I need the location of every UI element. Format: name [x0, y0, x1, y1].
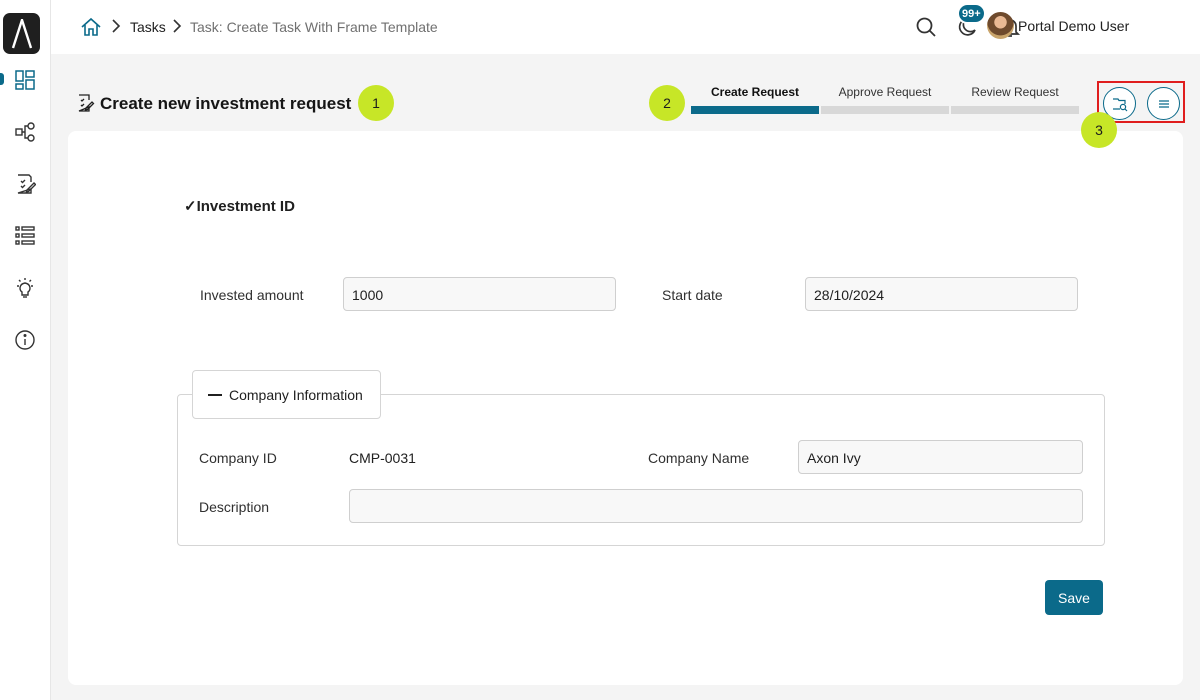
- task-icon[interactable]: [13, 172, 37, 196]
- list-icon[interactable]: [13, 224, 37, 248]
- annotation-marker-3: 3: [1081, 112, 1117, 148]
- breadcrumb-tasks[interactable]: Tasks: [130, 19, 166, 35]
- dashboard-icon[interactable]: [13, 68, 37, 92]
- description-input[interactable]: [349, 489, 1083, 523]
- notification-badge: 99+: [957, 3, 986, 24]
- folder-search-icon: [1112, 97, 1127, 111]
- user-name[interactable]: Portal Demo User: [1018, 18, 1129, 34]
- step-bar: [821, 106, 949, 114]
- idea-icon[interactable]: [13, 276, 37, 300]
- company-name-input[interactable]: Axon Ivy: [798, 440, 1083, 474]
- axon-logo[interactable]: [3, 13, 40, 54]
- invested-amount-label: Invested amount: [200, 287, 304, 303]
- section-title-text: Investment ID: [196, 198, 295, 215]
- active-indicator: [0, 73, 4, 85]
- page-title: Create new investment request: [100, 94, 352, 113]
- info-icon[interactable]: [13, 328, 37, 352]
- section-title: ✓Investment ID: [184, 197, 295, 215]
- company-legend-label: Company Information: [229, 387, 363, 403]
- menu-button[interactable]: [1147, 87, 1180, 120]
- checkmark-icon: ✓: [184, 198, 197, 215]
- avatar[interactable]: [987, 12, 1014, 39]
- annotation-marker-1: 1: [358, 85, 394, 121]
- company-fieldset-toggle[interactable]: Company Information: [192, 370, 381, 419]
- description-label: Description: [199, 499, 270, 515]
- collapse-minus-icon: [208, 394, 222, 396]
- process-icon[interactable]: [13, 120, 37, 144]
- home-icon[interactable]: [80, 16, 102, 38]
- step-review-request[interactable]: Review Request: [951, 85, 1079, 99]
- step-bar: [951, 106, 1079, 114]
- search-icon[interactable]: [915, 16, 937, 38]
- invested-amount-input[interactable]: 1000: [343, 277, 616, 311]
- chevron-right-icon: [110, 18, 122, 39]
- annotation-marker-2: 2: [649, 85, 685, 121]
- step-approve-request[interactable]: Approve Request: [821, 85, 949, 99]
- save-button[interactable]: Save: [1045, 580, 1103, 615]
- company-name-label: Company Name: [648, 450, 750, 466]
- company-id-label: Company ID: [199, 450, 277, 466]
- chevron-right-icon: [171, 18, 183, 39]
- process-stepper: Create Request Approve Request Review Re…: [691, 85, 1079, 115]
- hamburger-menu-icon: [1158, 99, 1169, 108]
- step-bar-active: [691, 106, 819, 114]
- start-date-input[interactable]: 28/10/2024: [805, 277, 1078, 311]
- sidebar: [0, 0, 51, 700]
- company-id-value: CMP-0031: [349, 450, 416, 466]
- breadcrumb-current: Task: Create Task With Frame Template: [190, 19, 438, 35]
- step-create-request[interactable]: Create Request: [691, 85, 819, 99]
- edit-task-icon: [77, 94, 95, 112]
- start-date-label: Start date: [662, 287, 723, 303]
